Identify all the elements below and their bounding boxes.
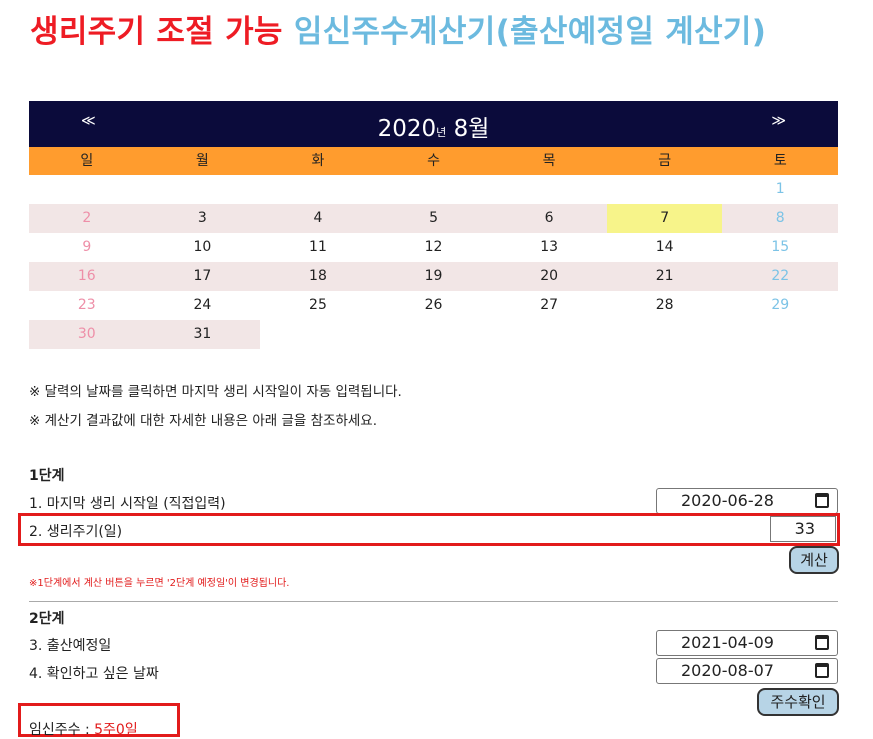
calendar-day[interactable]: 31 <box>144 320 261 349</box>
calendar-week-row: 9 10 11 12 13 14 15 <box>29 233 838 262</box>
calendar-year-unit: 년 <box>436 126 447 139</box>
check-date-value: 2020-08-07 <box>681 661 774 680</box>
calendar-empty-cell <box>144 175 261 204</box>
weekday-label: 토 <box>773 153 787 169</box>
calendar-week-row: 1 <box>29 175 838 204</box>
calendar-week-row: 16 17 18 19 20 21 22 <box>29 262 839 291</box>
result-value: 5주0일 <box>94 722 138 738</box>
weekday-label: 일 <box>80 153 94 169</box>
calc-button[interactable]: 계산 <box>789 546 839 574</box>
title-blue: 임신주수계산기(출산예정일 계산기) <box>293 14 767 50</box>
title-red: 생리주기 조절 가능 <box>30 14 283 50</box>
calendar-day[interactable]: 2 <box>29 204 145 233</box>
weekday-header-row: 일월화수목금토 <box>29 147 838 175</box>
calendar: ≪ 2020년 8월 ≫ 일월화수목금토 1 2 3 4 5 6 7 8 9 10 11 12 13 14… <box>29 101 839 349</box>
calendar-day[interactable]: 1 <box>722 175 838 204</box>
calendar-day[interactable]: 4 <box>260 204 376 233</box>
result-label: 임신주수 : <box>29 722 95 738</box>
calendar-day[interactable]: 15 <box>722 233 838 262</box>
calendar-day[interactable]: 19 <box>375 262 492 291</box>
calendar-grid: 1 2 3 4 5 6 7 8 9 10 11 12 13 14 15 16 17 18 19 20 21 22 23 24 2… <box>29 175 839 349</box>
calendar-day[interactable]: 27 <box>491 291 607 320</box>
step2-title: 2단계 <box>29 611 65 627</box>
calendar-header: ≪ 2020년 8월 ≫ <box>29 101 838 147</box>
calendar-empty-cell <box>375 175 492 204</box>
calendar-day[interactable]: 13 <box>491 233 607 262</box>
calendar-empty-cell <box>491 175 607 204</box>
due-date-input[interactable]: 2021-04-09 <box>656 630 838 656</box>
note-line: ※ 계산기 결과값에 대한 자세한 내용은 아래 글을 참조하세요. <box>29 413 378 429</box>
next-month-button[interactable]: ≫ <box>771 113 786 129</box>
calendar-day[interactable]: 28 <box>607 291 723 320</box>
calendar-day[interactable]: 8 <box>722 204 839 233</box>
calendar-empty-cell <box>722 320 839 349</box>
calendar-month-title: 2020년 8월 <box>29 109 838 143</box>
calendar-empty-cell <box>29 175 145 204</box>
calendar-icon[interactable] <box>815 493 829 508</box>
calendar-year: 2020 <box>377 116 437 142</box>
cycle-label: 2. 생리주기(일) <box>29 524 123 540</box>
page-title: 생리주기 조절 가능 임신주수계산기(출산예정일 계산기) <box>30 6 766 51</box>
calendar-day[interactable]: 29 <box>722 291 838 320</box>
due-date-value: 2021-04-09 <box>681 633 774 652</box>
calendar-day[interactable]: 10 <box>145 233 261 262</box>
calendar-day[interactable]: 24 <box>145 291 261 320</box>
weekday-label: 화 <box>311 153 325 169</box>
calendar-empty-cell <box>375 320 492 349</box>
cycle-highlight-box <box>18 513 840 546</box>
cycle-days-input[interactable]: 33 <box>770 516 836 542</box>
calendar-day[interactable]: 21 <box>606 262 723 291</box>
check-week-button[interactable]: 주수확인 <box>757 688 839 716</box>
calendar-day[interactable]: 5 <box>375 204 492 233</box>
calendar-icon[interactable] <box>815 663 829 678</box>
calendar-day[interactable]: 16 <box>29 262 145 291</box>
calendar-day[interactable]: 9 <box>29 233 145 262</box>
calendar-day[interactable]: 12 <box>376 233 492 262</box>
calendar-day[interactable]: 20 <box>491 262 607 291</box>
calendar-week-row: 2345678 <box>29 204 839 233</box>
calendar-day[interactable]: 14 <box>607 233 723 262</box>
weekday-label: 목 <box>542 153 556 169</box>
last-period-date-value: 2020-06-28 <box>681 491 774 510</box>
calendar-day[interactable]: 23 <box>29 291 145 320</box>
calendar-day[interactable]: 26 <box>376 291 492 320</box>
calendar-empty-cell <box>260 175 376 204</box>
calendar-day[interactable]: 6 <box>491 204 607 233</box>
calendar-day[interactable]: 18 <box>260 262 376 291</box>
weekday-label: 금 <box>658 153 672 169</box>
weekday-label: 수 <box>427 153 440 169</box>
calendar-week-row: 30 31 <box>29 320 839 349</box>
calendar-empty-cell <box>606 175 723 204</box>
calendar-week-row: 23 24 25 26 27 28 29 <box>29 291 838 320</box>
weekday-label: 월 <box>195 153 209 169</box>
calendar-day[interactable]: 22 <box>722 262 839 291</box>
last-period-date-input[interactable]: 2020-06-28 <box>656 488 838 514</box>
notes: ※ 달력의 날짜를 클릭하면 마지막 생리 시작일이 자동 입력됩니다. ※ 계… <box>29 378 402 436</box>
result: 임신주수 : 5주0일 <box>29 719 138 739</box>
due-date-label: 3. 출산예정일 <box>29 638 112 654</box>
last-period-label: 1. 마지막 생리 시작일 (직접입력) <box>29 496 226 512</box>
calendar-day[interactable]: 11 <box>260 233 376 262</box>
step1-warning: ※1단계에서 계산 버튼을 누르면 '2단계 예정일'이 변경됩니다. <box>29 578 290 589</box>
note-line: ※ 달력의 날짜를 클릭하면 마지막 생리 시작일이 자동 입력됩니다. <box>29 384 402 400</box>
calendar-day[interactable]: 30 <box>29 320 145 349</box>
calendar-empty-cell <box>606 320 723 349</box>
calendar-day[interactable]: 25 <box>260 291 376 320</box>
calendar-day[interactable]: 3 <box>144 204 261 233</box>
calendar-day[interactable]: 17 <box>144 262 261 291</box>
calendar-day[interactable]: 7 <box>606 204 723 233</box>
check-date-label: 4. 확인하고 싶은 날짜 <box>29 666 159 682</box>
calendar-empty-cell <box>260 320 376 349</box>
section-divider <box>29 601 838 602</box>
check-date-input[interactable]: 2020-08-07 <box>656 658 838 684</box>
step1-title: 1단계 <box>29 468 65 484</box>
calendar-empty-cell <box>491 320 607 349</box>
calendar-month: 8월 <box>453 116 490 142</box>
calendar-icon[interactable] <box>815 635 829 650</box>
